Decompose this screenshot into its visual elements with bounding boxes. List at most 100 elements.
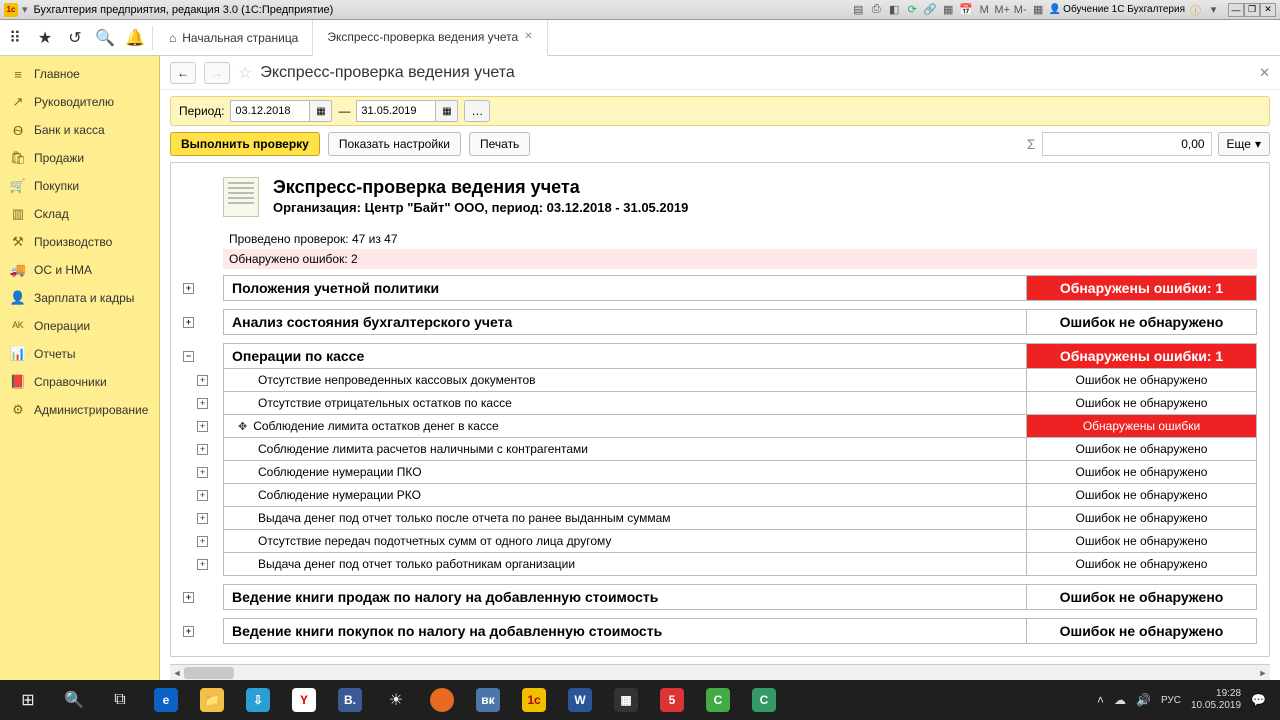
sidebar-item-10[interactable]: 📊Отчеты [0, 340, 159, 368]
apps-icon[interactable]: ⠿ [0, 20, 30, 56]
task-vk-icon[interactable]: вк [466, 680, 510, 720]
nav-back-button[interactable]: ← [170, 62, 196, 84]
expand-icon[interactable]: + [197, 559, 208, 570]
task-app-c1-icon[interactable]: C [696, 680, 740, 720]
check-row[interactable]: +Отсутствие отрицательных остатков по ка… [183, 392, 1257, 415]
sum-field[interactable] [1042, 132, 1212, 156]
tray-lang[interactable]: РУС [1161, 695, 1181, 706]
tab-express-check[interactable]: Экспресс-проверка ведения учета ✕ [313, 20, 547, 56]
tb-user[interactable]: 👤Обучение 1С Бухгалтерия [1049, 4, 1185, 15]
window-close-icon[interactable]: ✕ [1260, 3, 1276, 17]
search-icon[interactable]: 🔍 [90, 20, 120, 56]
expand-icon[interactable]: + [197, 375, 208, 386]
task-store-icon[interactable]: ⇩ [236, 680, 280, 720]
nav-forward-button[interactable]: → [204, 62, 230, 84]
sidebar-item-8[interactable]: 👤Зарплата и кадры [0, 284, 159, 312]
check-row[interactable]: +Выдача денег под отчет только после отч… [183, 507, 1257, 530]
tb-calc-icon[interactable]: ▦ [941, 2, 956, 17]
tb-calendar-icon[interactable]: 📅 [959, 2, 974, 17]
tray-clock[interactable]: 19:28 10.05.2019 [1191, 688, 1241, 712]
tab-close-icon[interactable]: ✕ [524, 31, 532, 42]
tray-up-icon[interactable]: ˄ [1097, 693, 1104, 707]
print-button[interactable]: Печать [469, 132, 530, 156]
date-to-input[interactable] [356, 100, 436, 122]
tb-grid-icon[interactable]: ▦ [1031, 2, 1046, 17]
window-minimize-icon[interactable]: — [1228, 3, 1244, 17]
task-weather-icon[interactable]: ☀ [374, 680, 418, 720]
period-more-button[interactable]: … [464, 100, 490, 122]
tb-print-icon[interactable]: ⎙ [869, 2, 884, 17]
expand-icon[interactable]: + [197, 467, 208, 478]
sidebar-item-7[interactable]: 🚚ОС и НМА [0, 256, 159, 284]
task-yandex-icon[interactable]: Y [282, 680, 326, 720]
tab-home[interactable]: ⌂ Начальная страница [155, 20, 313, 56]
expand-icon[interactable]: + [197, 421, 208, 432]
section-row[interactable]: +Анализ состояния бухгалтерского учетаОш… [183, 309, 1257, 335]
date-from-input[interactable] [230, 100, 310, 122]
expand-icon[interactable]: + [183, 626, 194, 637]
favorite-star-icon[interactable]: ☆ [238, 63, 252, 83]
scroll-thumb[interactable] [184, 667, 234, 679]
sidebar-item-9[interactable]: ᴬᴷОперации [0, 312, 159, 340]
dropdown-icon[interactable]: ▾ [22, 3, 28, 16]
expand-icon[interactable]: + [197, 444, 208, 455]
check-row[interactable]: +Соблюдение нумерации РКООшибок не обнар… [183, 484, 1257, 507]
tray-volume-icon[interactable]: 🔊 [1136, 693, 1151, 707]
expand-icon[interactable]: + [183, 317, 194, 328]
expand-icon[interactable]: + [197, 513, 208, 524]
task-calc-icon[interactable]: ▦ [604, 680, 648, 720]
page-close-icon[interactable]: ✕ [1259, 65, 1270, 81]
show-settings-button[interactable]: Показать настройки [328, 132, 461, 156]
star-icon[interactable]: ★ [30, 20, 60, 56]
more-button[interactable]: Еще▾ [1218, 132, 1270, 156]
tb-m-minus[interactable]: M- [1013, 2, 1028, 17]
sidebar-item-6[interactable]: ⚒Производство [0, 228, 159, 256]
expand-icon[interactable]: + [197, 398, 208, 409]
run-check-button[interactable]: Выполнить проверку [170, 132, 320, 156]
section-row[interactable]: −Операции по кассеОбнаружены ошибки: 1 [183, 343, 1257, 369]
check-row[interactable]: +Выдача денег под отчет только работника… [183, 553, 1257, 576]
check-row[interactable]: +Отсутствие непроведенных кассовых докум… [183, 369, 1257, 392]
expand-icon[interactable]: − [183, 351, 194, 362]
task-1c-icon[interactable]: 1c [512, 680, 556, 720]
calendar-to-icon[interactable]: ▦ [436, 100, 458, 122]
expand-icon[interactable]: + [197, 536, 208, 547]
sidebar-item-11[interactable]: 📕Справочники [0, 368, 159, 396]
section-row[interactable]: +Ведение книги покупок по налогу на доба… [183, 618, 1257, 644]
task-search-icon[interactable]: 🔍 [52, 680, 96, 720]
sidebar-item-5[interactable]: ▥Склад [0, 200, 159, 228]
scroll-left-icon[interactable]: ◄ [170, 665, 184, 680]
expand-icon[interactable]: + [183, 592, 194, 603]
tray-onedrive-icon[interactable]: ☁ [1114, 693, 1126, 707]
section-row[interactable]: +Положения учетной политикиОбнаружены ош… [183, 275, 1257, 301]
sidebar-item-0[interactable]: ≡Главное [0, 60, 159, 88]
tb-help-icon[interactable]: ⓘ [1188, 2, 1203, 17]
check-row[interactable]: +✥Соблюдение лимита остатков денег в кас… [183, 415, 1257, 438]
window-maximize-icon[interactable]: ❐ [1244, 3, 1260, 17]
calendar-from-icon[interactable]: ▦ [310, 100, 332, 122]
task-edge-icon[interactable]: e [144, 680, 188, 720]
tb-m-plus[interactable]: M+ [995, 2, 1010, 17]
section-row[interactable]: +Ведение книги продаж по налогу на добав… [183, 584, 1257, 610]
task-view-icon[interactable]: ⧉ [98, 680, 142, 720]
expand-icon[interactable]: + [197, 490, 208, 501]
check-row[interactable]: +Соблюдение лимита расчетов наличными с … [183, 438, 1257, 461]
tray-notifications-icon[interactable]: 💬 [1251, 693, 1266, 707]
sidebar-item-4[interactable]: 🛒Покупки [0, 172, 159, 200]
sidebar-item-3[interactable]: 🛍Продажи [0, 144, 159, 172]
check-row[interactable]: +Соблюдение нумерации ПКООшибок не обнар… [183, 461, 1257, 484]
task-app5-icon[interactable]: 5 [650, 680, 694, 720]
task-explorer-icon[interactable]: 📁 [190, 680, 234, 720]
bell-icon[interactable]: 🔔 [120, 20, 150, 56]
scroll-right-icon[interactable]: ► [1256, 665, 1270, 680]
tb-m[interactable]: M [977, 2, 992, 17]
tb-refresh-icon[interactable]: ⟳ [905, 2, 920, 17]
tb-icon-3[interactable]: ◧ [887, 2, 902, 17]
task-vk-b-icon[interactable]: В. [328, 680, 372, 720]
start-button[interactable]: ⊞ [6, 680, 50, 720]
history-icon[interactable]: ↺ [60, 20, 90, 56]
task-firefox-icon[interactable] [420, 680, 464, 720]
sidebar-item-2[interactable]: ѲБанк и касса [0, 116, 159, 144]
sidebar-item-12[interactable]: ⚙Администрирование [0, 396, 159, 424]
tb-dropdown-icon[interactable]: ▾ [1206, 2, 1221, 17]
